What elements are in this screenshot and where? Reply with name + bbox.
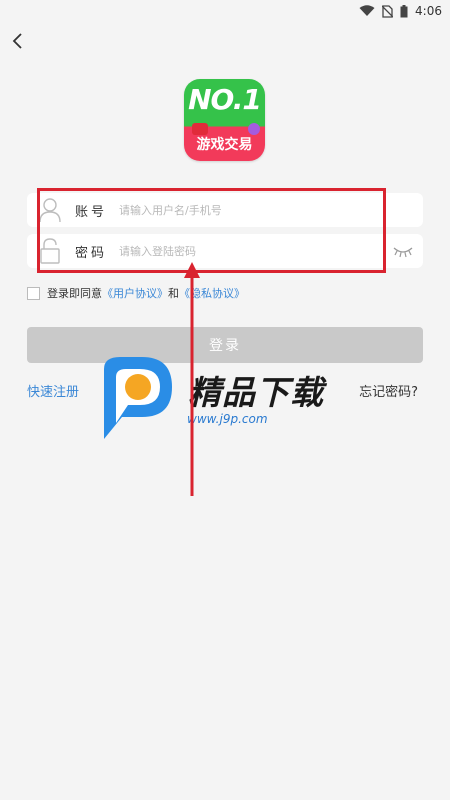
highlight-rectangle [37, 188, 386, 273]
watermark-title: 精品下载 [188, 373, 324, 412]
agreement-and: 和 [168, 287, 179, 300]
logo-bottom-text: 游戏交易 [196, 137, 253, 153]
back-button[interactable] [6, 26, 30, 56]
agreement-checkbox[interactable] [27, 286, 40, 300]
logo-top-text: NO.1 [188, 83, 262, 116]
wifi-icon [359, 5, 375, 16]
no-sim-icon [382, 4, 394, 18]
quick-register-link[interactable]: 快速注册 [27, 381, 79, 400]
watermark-logo-icon [104, 357, 172, 439]
login-button[interactable]: 登录 [27, 327, 423, 363]
agreement-row: 登录即同意 《用户协议》 和 《隐私协议》 [27, 285, 245, 301]
agreement-prefix: 登录即同意 [47, 287, 102, 300]
app-logo: NO.1 游戏交易 [184, 79, 265, 161]
user-agreement-link[interactable]: 《用户协议》 [102, 285, 168, 301]
chevron-left-icon [12, 33, 22, 49]
battery-icon [400, 4, 408, 17]
forgot-password-link[interactable]: 忘记密码? [359, 381, 418, 400]
eye-closed-icon[interactable] [393, 244, 413, 258]
red-arrow-annotation [184, 262, 200, 496]
status-bar: 4:06 [0, 0, 450, 22]
status-time: 4:06 [415, 4, 442, 18]
